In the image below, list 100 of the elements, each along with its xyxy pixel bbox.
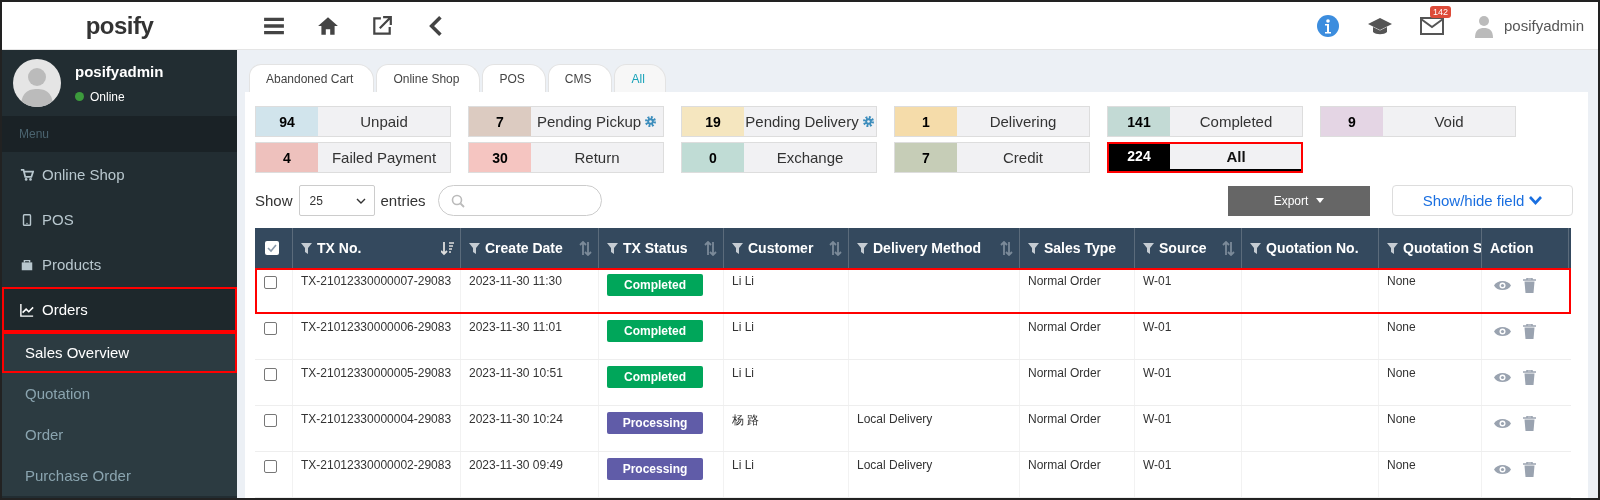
filter-icon[interactable] — [1143, 242, 1154, 254]
entries-label: entries — [380, 192, 426, 209]
gear-icon[interactable] — [644, 115, 658, 128]
view-eye-icon[interactable] — [1494, 278, 1511, 293]
filter-icon[interactable] — [301, 242, 312, 254]
view-eye-icon[interactable] — [1494, 370, 1511, 385]
status-filter-card[interactable]: 1 Delivering — [894, 106, 1090, 137]
filter-icon[interactable] — [1028, 242, 1039, 254]
show-label: Show — [255, 192, 293, 209]
tab[interactable]: Abandoned Cart — [249, 64, 375, 92]
status-filter-card[interactable]: 141 Completed — [1107, 106, 1303, 137]
avatar — [13, 59, 61, 107]
table-row[interactable]: TX-21012330000007-29083 2023-11-30 11:30 Completed Li Li Normal Order W-01 None — [255, 268, 1571, 314]
table-cell: W-01 — [1143, 320, 1172, 334]
filter-icon[interactable] — [1387, 242, 1398, 254]
cart-icon — [20, 167, 34, 182]
filter-icon[interactable] — [857, 242, 868, 254]
view-eye-icon[interactable] — [1494, 324, 1511, 339]
mail-icon[interactable] — [1419, 15, 1444, 36]
column-header[interactable]: Quotation No. — [1242, 228, 1379, 268]
row-checkbox[interactable] — [264, 460, 277, 473]
filter-icon[interactable] — [607, 242, 618, 254]
filter-icon[interactable] — [732, 242, 743, 254]
table-cell: 2023-11-30 11:30 — [469, 274, 562, 288]
sidebar-subitem[interactable]: Quotation — [2, 373, 237, 414]
row-checkbox[interactable] — [264, 368, 277, 381]
table-row[interactable]: TX-21012330000002-29083 2023-11-30 09:49 Processing Li Li Local Delivery Normal Order W-01 None — [255, 452, 1571, 498]
status-filter-card[interactable]: 30 Return — [468, 142, 664, 173]
table-cell: Normal Order — [1028, 320, 1101, 334]
tab[interactable]: Online Shop — [376, 64, 481, 92]
status-filter-card[interactable]: 4 Failed Payment — [255, 142, 451, 173]
table-cell: 2023-11-30 09:49 — [469, 458, 563, 472]
show-hide-field-button[interactable]: Show/hide field — [1392, 185, 1573, 216]
sidebar-item[interactable]: Orders — [2, 287, 237, 332]
delete-trash-icon[interactable] — [1523, 370, 1536, 385]
table-row[interactable]: TX-21012330000005-29083 2023-11-30 10:51 Completed Li Li Normal Order W-01 None — [255, 360, 1571, 406]
status-label: Completed — [1199, 113, 1273, 130]
sidebar-subitem[interactable]: Purchase Order — [2, 455, 237, 496]
delete-trash-icon[interactable] — [1523, 278, 1536, 293]
delete-trash-icon[interactable] — [1523, 462, 1536, 477]
table-cell: TX-21012330000006-29083 — [301, 320, 452, 334]
username[interactable]: posifyadmin — [1503, 17, 1584, 34]
row-checkbox[interactable] — [264, 414, 277, 427]
sidebar-subitem[interactable]: Order — [2, 414, 237, 455]
column-header[interactable]: Create Date — [461, 228, 599, 268]
table-cell: Normal Order — [1028, 412, 1101, 426]
info-icon[interactable] — [1315, 13, 1340, 38]
tab[interactable]: POS — [482, 64, 546, 92]
status-filter-card[interactable]: 224 All — [1107, 142, 1303, 173]
column-header[interactable]: Action — [1482, 228, 1569, 268]
status-label: Void — [1434, 113, 1464, 130]
status-count: 9 — [1321, 107, 1383, 136]
table-row[interactable]: TX-21012330000006-29083 2023-11-30 11:01 Completed Li Li Normal Order W-01 None — [255, 314, 1571, 360]
tab[interactable]: CMS — [547, 64, 613, 92]
table-cell: None — [1387, 274, 1416, 288]
status-count: 30 — [469, 143, 531, 172]
table-cell: Local Delivery — [857, 412, 933, 426]
column-header[interactable]: TX No. — [293, 228, 461, 268]
sidebar-item[interactable]: POS — [2, 197, 237, 242]
row-checkbox[interactable] — [264, 322, 277, 335]
delete-trash-icon[interactable] — [1523, 416, 1536, 431]
status-filter-card[interactable]: 0 Exchange — [681, 142, 877, 173]
table-row[interactable]: TX-21012330000004-29083 2023-11-30 10:24 Processing 杨 路 Local Delivery Normal Order W-01 None — [255, 406, 1571, 452]
sidebar-username: posifyadmin — [75, 62, 164, 80]
sidebar-item[interactable]: Online Shop — [2, 152, 237, 197]
select-all-checkbox[interactable] — [265, 241, 279, 255]
gear-icon[interactable] — [861, 115, 875, 128]
external-link-icon[interactable] — [371, 14, 393, 37]
table-cell: TX-21012330000002-29083 — [301, 458, 452, 472]
view-eye-icon[interactable] — [1494, 416, 1511, 431]
sidebar-item[interactable]: Products — [2, 242, 237, 287]
status-filter-card[interactable]: 19 Pending Delivery — [681, 106, 877, 137]
column-header[interactable]: TX Status — [599, 228, 724, 268]
status-count: 7 — [469, 107, 531, 136]
column-header[interactable]: Sales Type — [1020, 228, 1135, 268]
status-filter-card[interactable]: 7 Credit — [894, 142, 1090, 173]
status-filter-card[interactable]: 94 Unpaid — [255, 106, 451, 137]
filter-icon[interactable] — [469, 242, 480, 254]
view-eye-icon[interactable] — [1494, 462, 1511, 477]
table-cell: None — [1387, 320, 1416, 334]
status-filter-card[interactable]: 7 Pending Pickup — [468, 106, 664, 137]
delete-trash-icon[interactable] — [1523, 324, 1536, 339]
column-header[interactable]: Quotation S — [1379, 228, 1482, 268]
status-label: All — [1226, 147, 1246, 165]
table-cell: Li Li — [732, 458, 754, 472]
status-filter-card[interactable]: 9 Void — [1320, 106, 1516, 137]
status-count: 141 — [1108, 107, 1170, 136]
page-size-select[interactable]: 25 — [298, 185, 375, 216]
status-label: Failed Payment — [331, 149, 437, 166]
column-header[interactable]: Customer — [724, 228, 849, 268]
column-header[interactable]: Delivery Method — [849, 228, 1020, 268]
sidebar-subitem[interactable]: Sales Overview — [2, 332, 237, 373]
row-checkbox[interactable] — [264, 276, 277, 289]
status-count: 7 — [895, 143, 957, 172]
column-header[interactable]: Source — [1135, 228, 1242, 268]
sort-icon[interactable] — [441, 240, 454, 256]
filter-icon[interactable] — [1250, 242, 1261, 254]
status-count: 1 — [895, 107, 957, 136]
table-cell: TX-21012330000004-29083 — [301, 412, 452, 426]
export-button[interactable]: Export — [1228, 185, 1370, 216]
